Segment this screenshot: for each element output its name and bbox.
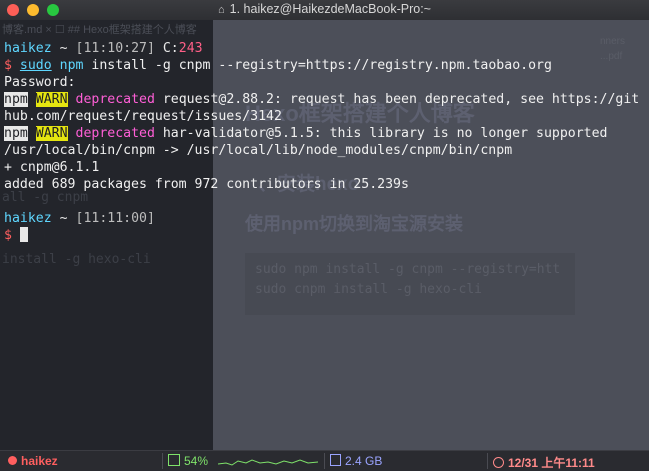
prompt-c-label: C: [162,41,179,56]
warn-line-1: npm WARN deprecated request@2.88.2: requ… [4,91,639,108]
command-line: $ sudo npm install -g cnpm --registry=ht… [4,57,552,74]
password-line: Password: [4,75,76,90]
warn-message: har-validator@5.1.5: this library is no … [154,126,608,141]
cpu-icon [168,454,180,466]
text-cursor [19,227,28,242]
prompt-time: [11:11:00] [75,211,155,226]
prompt-dollar: $ [4,228,12,243]
npm-label: npm [4,92,28,107]
ghost-code-block: sudo npm install -g cnpm --registry=htt … [245,253,575,315]
command-npm: npm [59,58,84,73]
user-icon [8,456,17,465]
status-datetime: 12/31 上午11:11 [493,454,595,471]
prompt-line-1: haikez ~ [11:10:27] C:243 [4,40,203,57]
command-args: install -g cnpm --registry=https://regis… [83,58,552,73]
prompt-user: haikez [4,211,52,226]
command-sudo: sudo [19,58,52,73]
status-cpu-value: 54% [184,454,209,468]
status-divider [162,453,163,469]
ghost-heading-3: 使用npm切换到淘宝源安装 [245,214,463,234]
prompt-line-2: haikez ~ [11:11:00] [4,210,155,227]
summary-line: added 689 packages from 972 contributors… [4,177,409,192]
prompt-time: [11:10:27] [75,41,155,56]
prompt-path: ~ [59,211,68,226]
ghost-right-small-2: ...pdf [600,51,623,62]
status-divider [324,453,325,469]
ghost-tab-line: 博客.md × ☐ ## Hexo框架搭建个人博客 [0,20,649,38]
status-cpu: 54% [168,454,208,468]
ghost-tab-text: 博客.md × ☐ ## Hexo框架搭建个人博客 [2,24,197,36]
ghost-code-line-1: sudo npm install -g cnpm --registry=htt [255,262,561,277]
background-editor-ghost: 博客.md × ☐ ## Hexo框架搭建个人博客 nners ...pdf H… [0,20,649,450]
cpu-sparkline [218,459,318,466]
ghost-right-small-1: nners [600,36,626,47]
status-user-label: haikez [21,454,58,468]
warn-badge: WARN [35,92,68,107]
warn-line-2: npm WARN deprecated har-validator@5.1.5:… [4,125,607,142]
clock-icon [493,457,504,468]
prompt-c-value: 243 [178,41,203,56]
status-bar: haikez 54% 2.4 GB 12/31 上午11:11 [0,450,649,471]
prompt-path: ~ [59,41,68,56]
ghost-left-fragment-2: install -g hexo-cli [2,252,151,267]
warn-badge: WARN [35,126,68,141]
window-title: ⌂ 1. haikez@HaikezdeMacBook-Pro:~ [0,2,649,16]
status-user: haikez [8,454,58,468]
installed-line: + cnpm@6.1.1 [4,160,100,175]
symlink-line: /usr/local/bin/cnpm -> /usr/local/lib/no… [4,143,513,158]
window-title-text: 1. haikez@HaikezdeMacBook-Pro:~ [229,2,431,16]
house-icon: ⌂ [218,4,225,16]
warn-message: request@2.88.2: request has been depreca… [154,92,640,107]
window-titlebar: ⌂ 1. haikez@HaikezdeMacBook-Pro:~ [0,0,649,21]
deprecated-tag: deprecated [75,92,155,107]
status-memory-value: 2.4 GB [345,454,383,468]
ghost-code-line-2: sudo cnpm install -g hexo-cli [255,282,482,297]
prompt-user: haikez [4,41,52,56]
memory-icon [330,454,341,466]
npm-label: npm [4,126,28,141]
deprecated-tag: deprecated [75,126,155,141]
status-divider [487,453,488,469]
status-datetime-value: 12/31 上午11:11 [508,456,595,470]
prompt-dollar: $ [4,58,12,73]
status-memory: 2.4 GB [330,454,382,468]
warn-line-1-wrap: hub.com/request/request/issues/3142 [4,109,282,124]
input-line[interactable]: $ [4,227,28,244]
